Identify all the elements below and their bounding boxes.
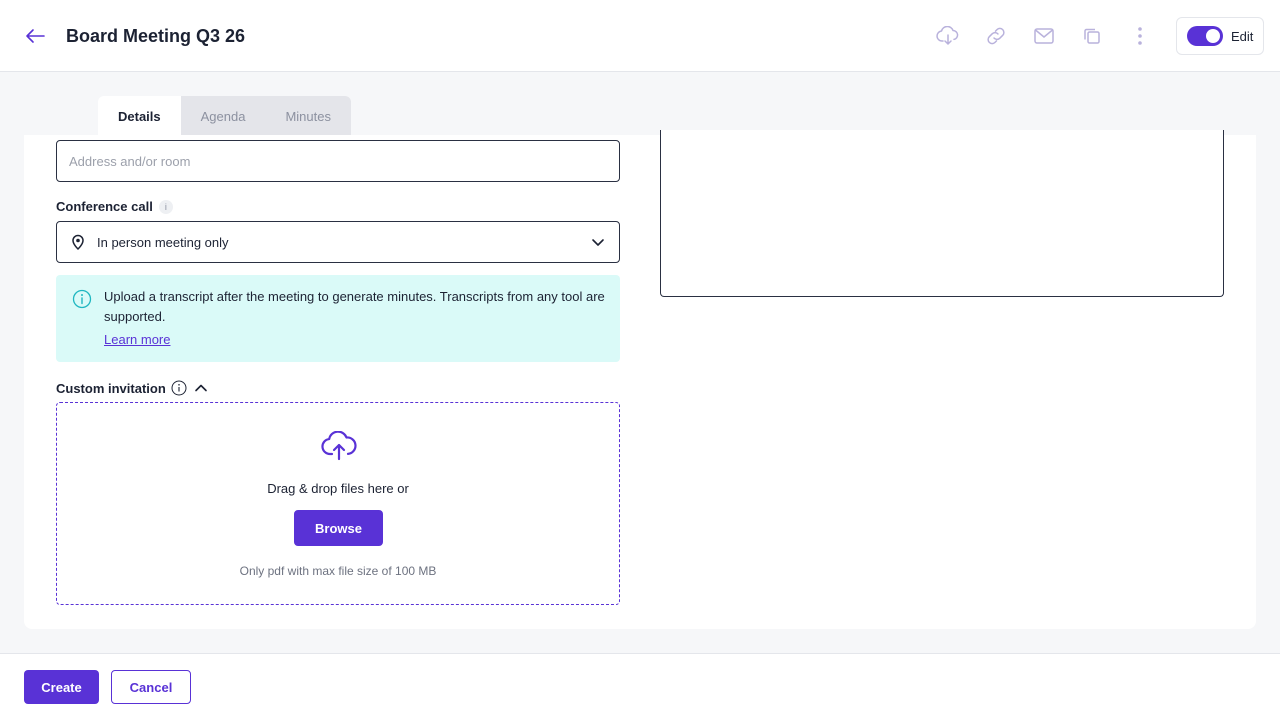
drop-text: Drag & drop files here or — [267, 481, 409, 496]
map-pin-icon — [72, 234, 84, 250]
cancel-button[interactable]: Cancel — [111, 670, 191, 704]
edit-toggle[interactable]: Edit — [1176, 17, 1264, 55]
file-dropzone[interactable]: Drag & drop files here or Browse Only pd… — [56, 402, 620, 605]
info-icon[interactable]: i — [158, 199, 173, 214]
info-circle-icon — [72, 289, 92, 309]
conference-call-label-text: Conference call — [56, 199, 153, 214]
custom-invitation-label-text: Custom invitation — [56, 380, 166, 396]
browse-button[interactable]: Browse — [294, 510, 383, 546]
mail-icon — [1034, 28, 1054, 44]
tab-bar: Details Agenda Minutes — [98, 96, 351, 136]
duplicate-button[interactable] — [1080, 24, 1104, 48]
conference-call-value: In person meeting only — [97, 234, 229, 250]
cloud-download-icon — [936, 26, 959, 45]
chevron-up-icon[interactable] — [193, 380, 209, 396]
learn-more-link[interactable]: Learn more — [104, 330, 170, 350]
conference-call-label: Conference call i — [56, 199, 173, 214]
edit-label: Edit — [1231, 28, 1254, 44]
cloud-upload-icon — [321, 431, 357, 461]
tab-details[interactable]: Details — [98, 96, 181, 136]
page-title: Board Meeting Q3 26 — [66, 26, 246, 46]
tab-minutes[interactable]: Minutes — [265, 96, 351, 136]
file-size-hint: Only pdf with max file size of 100 MB — [239, 564, 437, 578]
create-button[interactable]: Create — [24, 670, 99, 704]
description-textarea[interactable] — [660, 130, 1224, 297]
notice-text: Upload a transcript after the meeting to… — [104, 289, 605, 324]
info-outline-icon[interactable] — [171, 380, 187, 396]
download-button[interactable] — [936, 24, 960, 48]
copy-link-button[interactable] — [984, 24, 1008, 48]
back-button[interactable] — [22, 24, 48, 48]
custom-invitation-label: Custom invitation — [56, 379, 209, 397]
conference-call-select[interactable]: In person meeting only — [56, 221, 620, 263]
page-header: Board Meeting Q3 26 Edit — [0, 0, 1280, 72]
address-input[interactable] — [56, 140, 620, 182]
link-icon — [987, 27, 1005, 45]
arrow-left-icon — [26, 29, 45, 43]
toggle-switch[interactable] — [1187, 26, 1223, 46]
toggle-knob — [1206, 29, 1220, 43]
chevron-down-icon — [592, 239, 604, 246]
copy-icon — [1084, 28, 1100, 44]
tab-agenda[interactable]: Agenda — [180, 96, 266, 136]
more-vertical-icon — [1138, 27, 1142, 45]
email-button[interactable] — [1032, 24, 1056, 48]
footer-bar — [0, 653, 1280, 720]
more-options-button[interactable] — [1128, 24, 1152, 48]
